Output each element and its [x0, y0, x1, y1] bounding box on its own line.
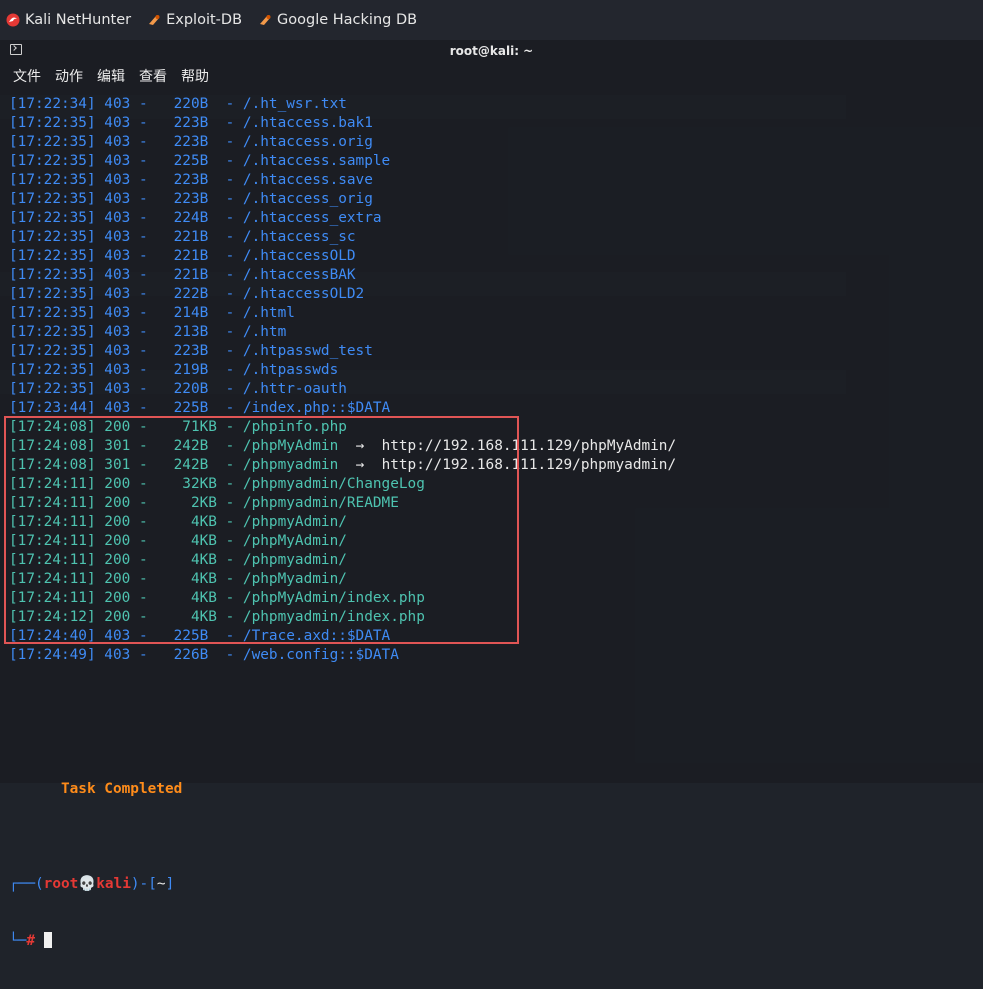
prompt-user: root	[43, 876, 79, 892]
skull-icon: 💀	[78, 876, 97, 892]
output-line-text: [17:22:35] 403 - 223B - /.htpasswd_test	[9, 343, 373, 359]
bookmark-google-hacking-db[interactable]: Google Hacking DB	[258, 12, 417, 28]
output-line: [17:22:35] 403 - 223B - /.htaccess_orig	[9, 190, 969, 209]
menu-action[interactable]: 动作	[55, 66, 83, 88]
menu-edit[interactable]: 编辑	[97, 66, 125, 88]
output-line: [17:22:35] 403 - 223B - /.htaccess.orig	[9, 133, 969, 152]
highlight-box	[4, 416, 519, 644]
output-line-text: [17:22:35] 403 - 223B - /.htaccess.orig	[9, 134, 373, 150]
terminal-titlebar[interactable]: root@kali: ~	[0, 40, 983, 62]
output-line: [17:22:35] 403 - 223B - /.htaccess.save	[9, 171, 969, 190]
output-line-text: [17:23:44] 403 - 225B - /index.php::$DAT…	[9, 400, 391, 416]
task-completed-text: Task Completed	[60, 781, 183, 797]
prompt-line-1: ┌──(root💀kali)-[~]	[9, 876, 175, 892]
output-line: [17:22:35] 403 - 213B - /.htm	[9, 323, 969, 342]
task-completed: Task Completed	[9, 761, 182, 797]
output-line: [17:22:35] 403 - 223B - /.htpasswd_test	[9, 342, 969, 361]
bookmark-label: Google Hacking DB	[277, 12, 418, 28]
terminal-title: root@kali: ~	[449, 44, 534, 58]
ghdb-icon	[260, 15, 271, 25]
output-line-text: [17:22:35] 403 - 220B - /.httr-oauth	[9, 381, 347, 397]
bookmark-label: Kali NetHunter	[25, 12, 132, 28]
output-line-text: [17:22:35] 403 - 222B - /.htaccessOLD2	[9, 286, 365, 302]
output-line-text: [17:22:35] 403 - 221B - /.htaccessBAK	[9, 267, 356, 283]
prompt-line-2: └─#	[9, 932, 182, 951]
output-line: [17:22:35] 403 - 222B - /.htaccessOLD2	[9, 285, 969, 304]
output-line: [17:22:35] 403 - 219B - /.htpasswds	[9, 361, 969, 380]
output-line-text: [17:22:34] 403 - 220B - /.ht_wsr.txt	[9, 96, 347, 112]
terminal-window[interactable]: root@kali: ~ 文件 动作 编辑 查看 帮助 [17:22:34] 4…	[0, 40, 983, 949]
output-line-text: [17:22:35] 403 - 213B - /.htm	[9, 324, 287, 340]
text-cursor[interactable]	[43, 932, 52, 948]
terminal-menubar: 文件 动作 编辑 查看 帮助	[0, 66, 210, 88]
output-line-text: [17:22:35] 403 - 223B - /.htaccess_orig	[9, 191, 373, 207]
prompt-cwd: ~	[156, 876, 166, 892]
output-line: [17:22:35] 403 - 221B - /.htaccess_sc	[9, 228, 969, 247]
output-line-text: [17:22:35] 403 - 219B - /.htpasswds	[9, 362, 339, 378]
output-line-text: [17:22:35] 403 - 224B - /.htaccess_extra	[9, 210, 382, 226]
prompt-host: kali	[96, 876, 131, 892]
output-line: [17:24:49] 403 - 226B - /web.config::$DA…	[9, 646, 969, 665]
output-line-text: [17:22:35] 403 - 221B - /.htaccess_sc	[9, 229, 356, 245]
shell-prompt[interactable]: Task Completed ┌──(root💀kali)-[~] └─#	[9, 723, 182, 989]
prompt-symbol: #	[26, 933, 35, 949]
output-line-text: [17:22:35] 403 - 223B - /.htaccess.save	[9, 172, 373, 188]
output-line-text: [17:22:35] 403 - 221B - /.htaccessOLD	[9, 248, 356, 264]
bookmark-exploit-db[interactable]: Exploit-DB	[147, 12, 242, 28]
output-line: [17:22:35] 403 - 214B - /.html	[9, 304, 969, 323]
output-line: [17:22:35] 403 - 220B - /.httr-oauth	[9, 380, 969, 399]
output-line: [17:22:35] 403 - 221B - /.htaccessOLD	[9, 247, 969, 266]
exploit-db-icon	[149, 15, 160, 25]
bookmarks-bar: Kali NetHunter Exploit-DB Google Hacking…	[0, 0, 983, 40]
output-line: [17:22:35] 403 - 224B - /.htaccess_extra	[9, 209, 969, 228]
output-line-text: [17:24:49] 403 - 226B - /web.config::$DA…	[9, 647, 399, 663]
output-line-text: [17:22:35] 403 - 225B - /.htaccess.sampl…	[9, 153, 391, 169]
kali-dragon-icon	[6, 13, 20, 27]
output-line: [17:22:35] 403 - 225B - /.htaccess.sampl…	[9, 152, 969, 171]
menu-file[interactable]: 文件	[13, 66, 41, 88]
bookmark-kali-nethunter[interactable]: Kali NetHunter	[6, 12, 131, 28]
output-line: [17:22:35] 403 - 221B - /.htaccessBAK	[9, 266, 969, 285]
output-line: [17:22:34] 403 - 220B - /.ht_wsr.txt	[9, 95, 969, 114]
output-line: [17:22:35] 403 - 223B - /.htaccess.bak1	[9, 114, 969, 133]
output-line-text: [17:22:35] 403 - 223B - /.htaccess.bak1	[9, 115, 373, 131]
bookmark-label: Exploit-DB	[166, 12, 243, 28]
menu-view[interactable]: 查看	[139, 66, 167, 88]
menu-help[interactable]: 帮助	[181, 66, 209, 88]
output-line-text: [17:22:35] 403 - 214B - /.html	[9, 305, 295, 321]
